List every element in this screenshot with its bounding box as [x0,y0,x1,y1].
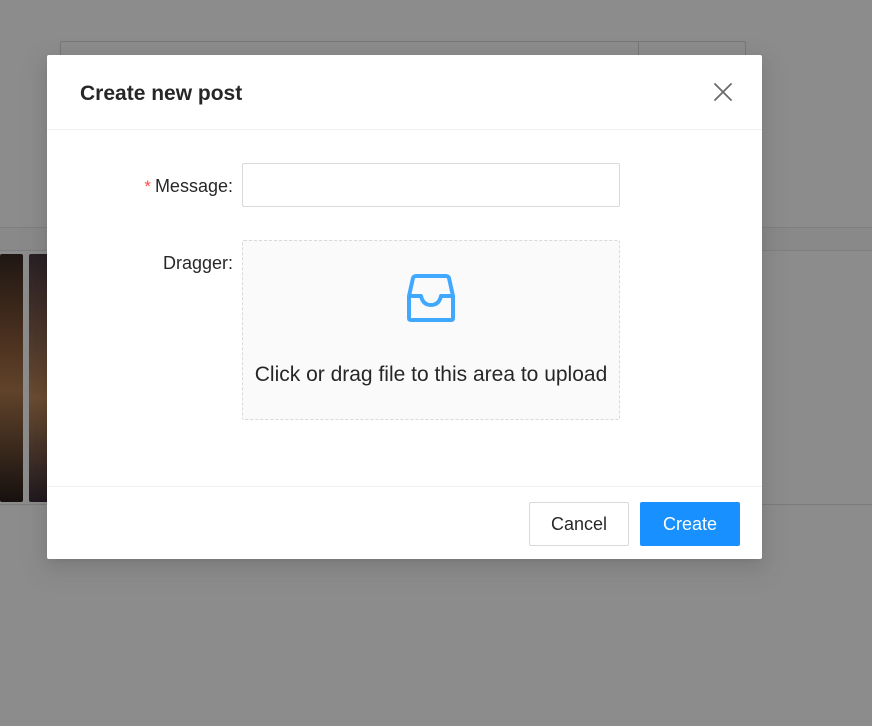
message-input[interactable] [242,163,620,207]
create-post-modal: Create new post * Message: Dragger: Click… [47,55,762,559]
dragger-label-text: Dragger [162,253,228,273]
required-mark: * [144,177,151,196]
cancel-button[interactable]: Cancel [529,502,629,546]
dragger-label: Dragger: [133,251,233,275]
upload-dragger[interactable]: Click or drag file to this area to uploa… [242,240,620,420]
modal-title: Create new post [80,82,243,105]
inbox-icon [407,274,455,322]
label-colon: : [227,253,233,273]
close-icon [714,83,732,101]
close-button[interactable] [705,74,741,110]
message-label: * Message: [133,174,233,199]
message-label-text: Message [154,176,228,196]
modal-footer: Cancel Create [47,486,762,559]
create-button[interactable]: Create [640,502,740,546]
modal-header: Create new post [47,55,762,130]
upload-hint-text: Click or drag file to this area to uploa… [254,363,608,386]
label-colon: : [227,176,233,196]
